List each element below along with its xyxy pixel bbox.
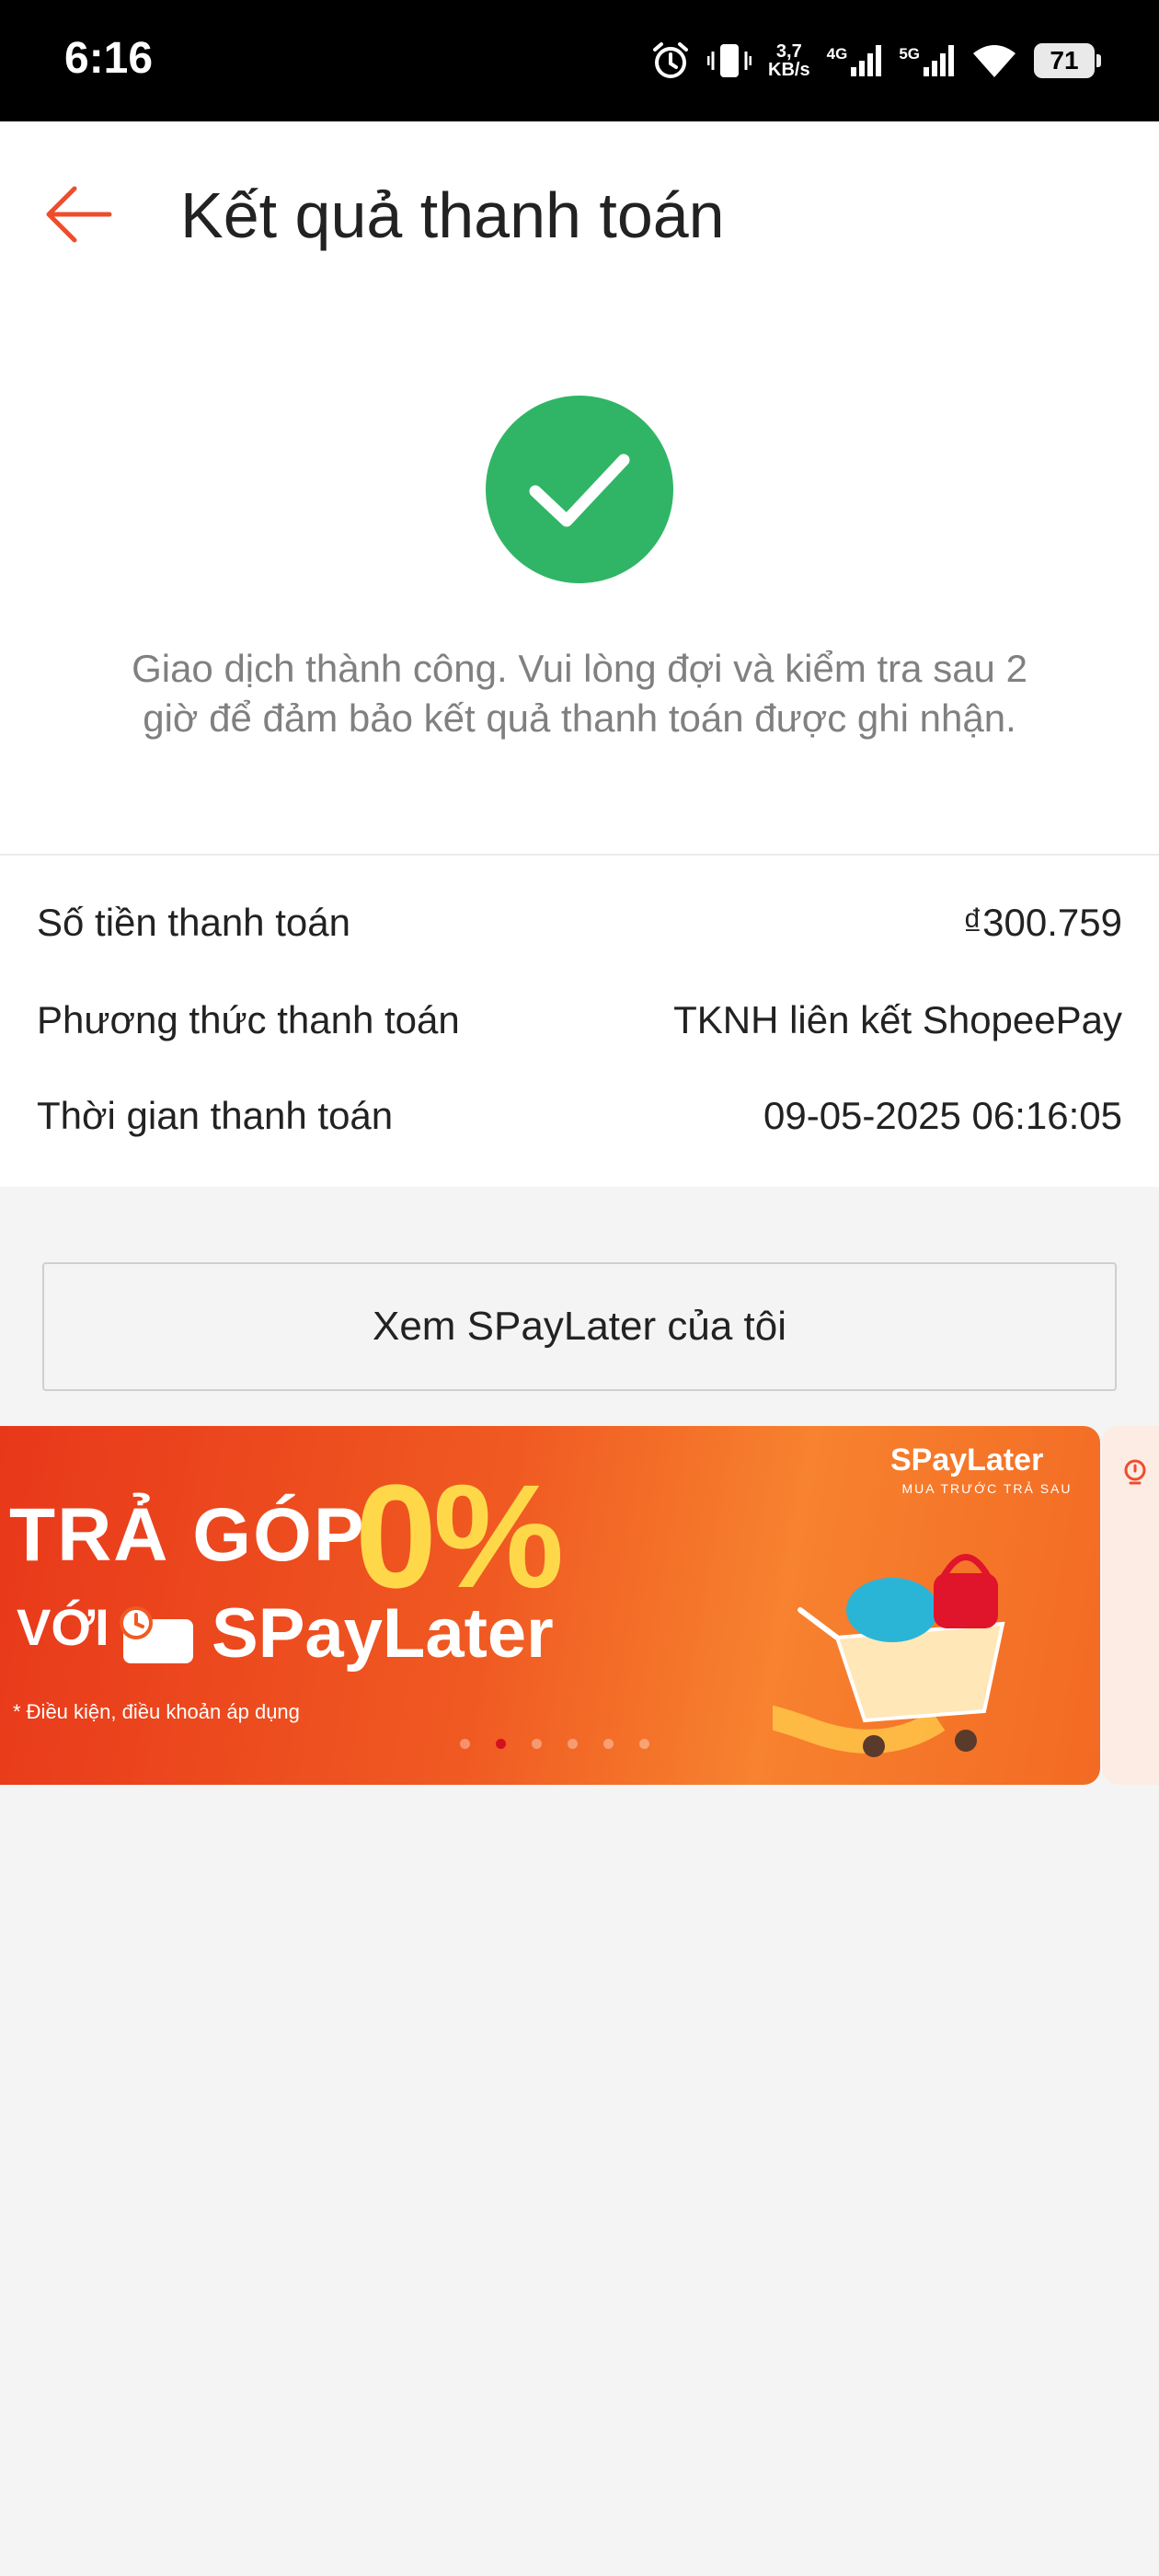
detail-row-amount: Số tiền thanh toán ₫300.759 [37, 891, 1122, 955]
payment-details: Số tiền thanh toán ₫300.759 Phương thức … [0, 856, 1159, 1187]
net-speed-unit: KB/s [768, 60, 810, 80]
battery-indicator: 71 [1034, 43, 1101, 78]
detail-row-time: Thời gian thanh toán 09-05-2025 06:16:05 [37, 1084, 1122, 1148]
detail-value-amount: ₫300.759 [962, 901, 1122, 944]
back-button[interactable] [37, 173, 120, 256]
alarm-icon [653, 42, 689, 78]
banner-with: VỚI [17, 1598, 109, 1656]
net-speed-value: 3,7 [775, 41, 802, 62]
promo-banner[interactable]: SPayLater MUA TRƯỚC TRẢ SAU TRẢ GÓP 0% V… [0, 1426, 1100, 1785]
detail-row-method: Phương thức thanh toán TKNH liên kết Sho… [37, 988, 1122, 1052]
detail-value-method: TKNH liên kết ShopeePay [673, 998, 1122, 1041]
carousel-dot[interactable] [460, 1739, 470, 1749]
network-5g-label: 5G [899, 45, 920, 63]
carousel-dot[interactable] [603, 1739, 614, 1749]
banner-terms-note: * Điều kiện, điều khoản áp dụng [13, 1700, 300, 1723]
signal-bars-icon [924, 45, 954, 76]
lightbulb-icon [1124, 1459, 1146, 1485]
success-badge [486, 396, 673, 583]
wallet-icon [120, 1606, 193, 1663]
banner-logo-subtitle: MUA TRƯỚC TRẢ SAU [901, 1481, 1073, 1496]
carousel-dot[interactable] [639, 1739, 649, 1749]
carousel-dot[interactable] [532, 1739, 542, 1749]
signal-bars-icon [851, 45, 882, 76]
vibrate-icon [707, 44, 752, 77]
next-banner-peek[interactable] [1102, 1426, 1159, 1785]
network-4g-label: 4G [826, 45, 848, 63]
carousel-dot[interactable] [568, 1739, 578, 1749]
carousel-dot[interactable] [496, 1739, 506, 1749]
view-spaylater-button[interactable]: Xem SPayLater của tôi [42, 1262, 1117, 1391]
signal-4g: 4G [827, 45, 883, 76]
check-icon [529, 454, 630, 527]
banner-brand: SPayLater [212, 1594, 554, 1673]
status-icons: 3,7 KB/s 4G 5G 71 [650, 35, 1101, 86]
carousel-dots [460, 1739, 649, 1749]
detail-label: Số tiền thanh toán [37, 901, 350, 944]
shopping-cart-illustration [773, 1554, 1005, 1757]
page-title: Kết quả thanh toán [180, 179, 725, 251]
detail-label: Phương thức thanh toán [37, 998, 460, 1041]
status-time: 6:16 [64, 34, 154, 83]
banner-logo: SPayLater [890, 1443, 1044, 1478]
detail-value-time: 09-05-2025 06:16:05 [763, 1094, 1122, 1137]
detail-label: Thời gian thanh toán [37, 1094, 394, 1137]
success-message: Giao dịch thành công. Vui lòng đợi và ki… [132, 647, 1027, 740]
banner-percent: 0% [355, 1454, 564, 1618]
wifi-icon [973, 45, 1016, 77]
arrow-left-icon [46, 186, 112, 243]
net-speed: 3,7 KB/s [768, 42, 810, 79]
signal-5g: 5G [899, 45, 955, 76]
app-header: Kết quả thanh toán [0, 121, 1159, 305]
banner-headline: TRẢ GÓP [9, 1493, 366, 1577]
status-bar: 6:16 3,7 KB/s 4G 5G 71 [0, 0, 1159, 121]
result-section: Giao dịch thành công. Vui lòng đợi và ki… [0, 305, 1159, 854]
